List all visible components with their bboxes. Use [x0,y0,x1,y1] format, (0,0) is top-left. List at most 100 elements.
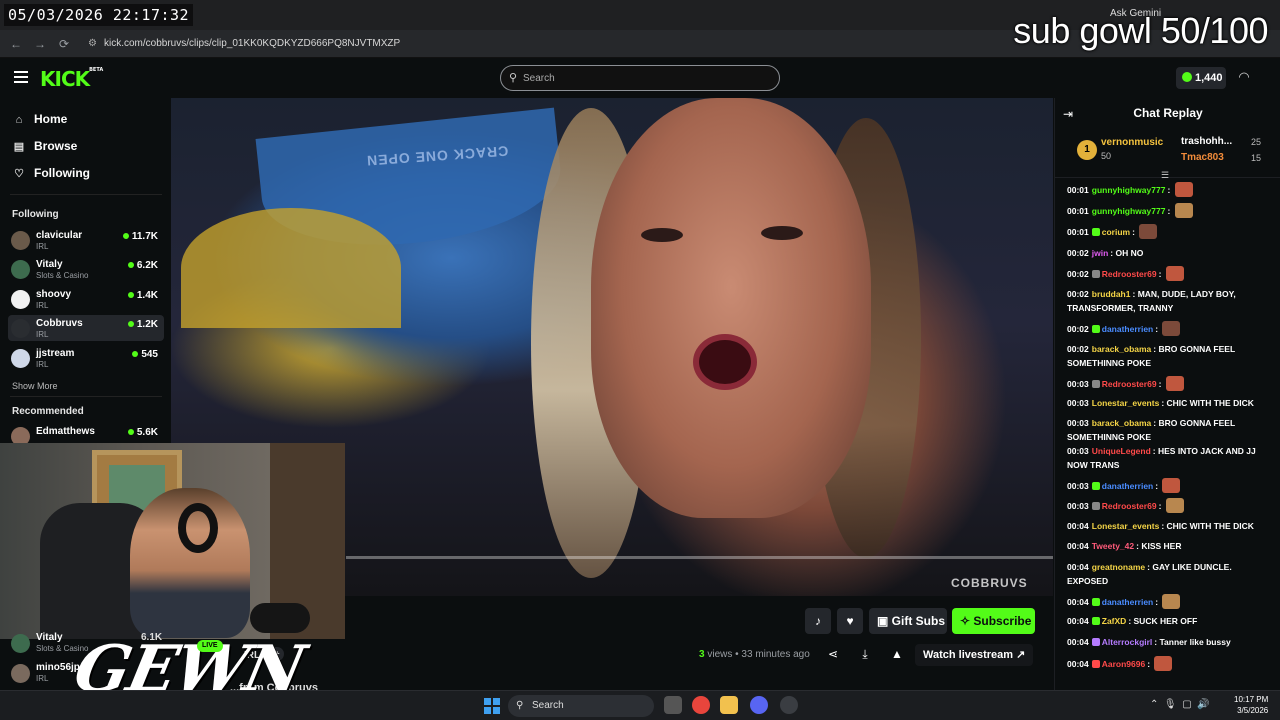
chat-username[interactable]: Lonestar_events [1092,521,1160,531]
home-icon: ⌂ [15,114,23,126]
chat-message: 00:04 danatherrien: [1067,594,1273,609]
chat-message: 00:03 danatherrien: [1067,478,1273,493]
nav-following[interactable]: ♡ Following [12,163,90,183]
search-input[interactable] [523,69,763,87]
chat-username[interactable]: Alterrockgirl [1102,637,1153,647]
reload-icon[interactable]: ⟳ [56,36,72,52]
system-tray[interactable]: ⌃ 🎙 ▢ 🔊 [1150,699,1210,710]
channel-category: IRL [36,360,49,369]
chat-message: 00:03 UniqueLegend: HES INTO JACK AND JJ … [1067,444,1273,472]
channel-watermark: COBBRUVS [951,576,1028,590]
report-icon[interactable]: ▲ [890,647,904,661]
user-menu-icon[interactable]: ◠ [1236,69,1252,85]
chat-username[interactable]: Redrooster69 [1102,269,1157,279]
chat-username[interactable]: UniqueLegend [1092,446,1151,456]
chat-timestamp: 00:04 [1067,616,1089,626]
chat-username[interactable]: danatherrien [1102,481,1154,491]
chat-message: 00:04 Aaron9696: [1067,656,1273,671]
video-frame-face [591,98,871,518]
chat-username[interactable]: danatherrien [1102,597,1154,607]
viewer-count: 5.6K [127,427,158,438]
gift-subs-button[interactable]: ▣ Gift Subs [869,608,947,634]
forward-icon[interactable]: → [32,36,48,52]
views-label: views [707,649,733,660]
browse-icon: ▤ [13,141,25,153]
sidebar-channel-jjstream[interactable]: jjstream IRL 545 [8,345,164,371]
chat-username[interactable]: ZafXD [1102,616,1127,626]
channel-category: IRL [36,242,49,251]
chat-timestamp: 00:04 [1067,659,1089,669]
chat-username[interactable]: Aaron9696 [1102,659,1145,669]
chat-username[interactable]: barack_obama [1092,344,1152,354]
live-dot-icon [127,429,134,435]
bell-icon[interactable]: ♪ [805,608,831,634]
watch-livestream-button[interactable]: Watch livestream ↗ [915,644,1033,666]
chat-username[interactable]: danatherrien [1102,324,1154,334]
download-icon[interactable]: ⤓ [858,647,872,661]
chat-timestamp: 00:03 [1067,379,1089,389]
chat-username[interactable]: Redrooster69 [1102,501,1157,511]
chat-emote-icon [1162,594,1181,609]
site-info-icon[interactable]: ⚙ [88,34,97,54]
chat-text: KISS HER [1141,541,1182,551]
subscribe-button[interactable]: ✧ Subscribe [952,608,1035,634]
chat-emote-icon [1174,182,1193,197]
leader-first-name[interactable]: vernonmusic [1101,137,1163,148]
chat-message: 00:04 Lonestar_events: CHIC WITH THE DICK [1067,519,1273,533]
chat-username[interactable]: corium [1102,227,1130,237]
show-more-link[interactable]: Show More [12,381,58,391]
chat-emote-icon [1139,224,1158,239]
chat-username[interactable]: jwin [1092,248,1109,258]
chat-timestamp: 00:03 [1067,398,1089,408]
sidebar-channel-cobbruvs[interactable]: Cobbruvs IRL 1.2K [8,315,164,341]
chat-username[interactable]: gunnyhighway777 [1092,185,1166,195]
start-icon[interactable] [484,698,500,714]
obs-icon[interactable] [780,696,798,714]
heart-follow-icon[interactable]: ♥ [837,608,863,634]
leader-third-name[interactable]: Tmac803 [1181,152,1224,163]
leader-second-value: 25 [1251,137,1262,147]
kick-logo[interactable]: KICKBETA [40,67,103,91]
chat-username[interactable]: Redrooster69 [1102,379,1157,389]
discord-icon[interactable] [750,696,768,714]
video-progress-bar[interactable] [346,556,1053,559]
headphones [178,503,218,553]
taskbar-search-label: Search [532,700,564,711]
back-icon[interactable]: ← [8,36,24,52]
chat-username[interactable]: bruddah1 [1092,289,1131,299]
chat-username[interactable]: barack_obama [1092,418,1152,428]
task-view-icon[interactable] [664,696,682,714]
chrome-icon[interactable] [692,696,710,714]
nav-browse[interactable]: ▤ Browse [12,136,78,156]
taskbar-clock[interactable]: 10:17 PM 3/5/2026 [1234,694,1268,716]
url-field[interactable]: ⚙ kick.com/cobbruvs/clips/clip_01KK0KQDK… [84,34,1084,54]
chat-username[interactable]: greatnoname [1092,562,1145,572]
kicks-balance[interactable]: 1,440 [1176,67,1226,89]
chat-username[interactable]: Tweety_42 [1092,541,1134,551]
views-count: 3 [699,649,705,660]
search-bar[interactable]: ⚲ [500,65,780,91]
expand-leaderboard-icon[interactable]: ☰ [1161,170,1169,181]
share-icon[interactable]: ⋖ [826,647,840,661]
live-dot-icon [127,292,134,298]
chat-username[interactable]: Lonestar_events [1092,398,1160,408]
chat-message: 00:02 danatherrien: [1067,321,1273,336]
sidebar-channel-clavicular[interactable]: clavicular IRL 11.7K [8,227,164,253]
taskbar-search[interactable]: ⚲ Search [508,695,654,717]
gift-icon: ▣ [877,614,892,628]
chat-username[interactable]: gunnyhighway777 [1092,206,1166,216]
sidebar-channel-shoovy[interactable]: shoovy IRL 1.4K [8,286,164,312]
channel-category: IRL [36,330,49,339]
leader-second-name[interactable]: trashohh... [1181,136,1232,147]
viewer-count-value: 5.6K [136,427,158,438]
clip-meta: 3 views • 33 minutes ago [699,649,810,660]
file-explorer-icon[interactable] [720,696,738,714]
sidebar-channel-vitaly[interactable]: Vitaly Slots & Casino 6.2K [8,256,164,282]
menu-icon[interactable] [14,71,28,83]
chat-badge-icon [1091,325,1100,333]
live-dot-icon [127,262,134,268]
avatar [11,634,30,653]
nav-home[interactable]: ⌂ Home [12,109,68,129]
chat-text: CHIC WITH THE DICK [1166,398,1254,408]
viewer-count-value: 545 [141,349,158,360]
